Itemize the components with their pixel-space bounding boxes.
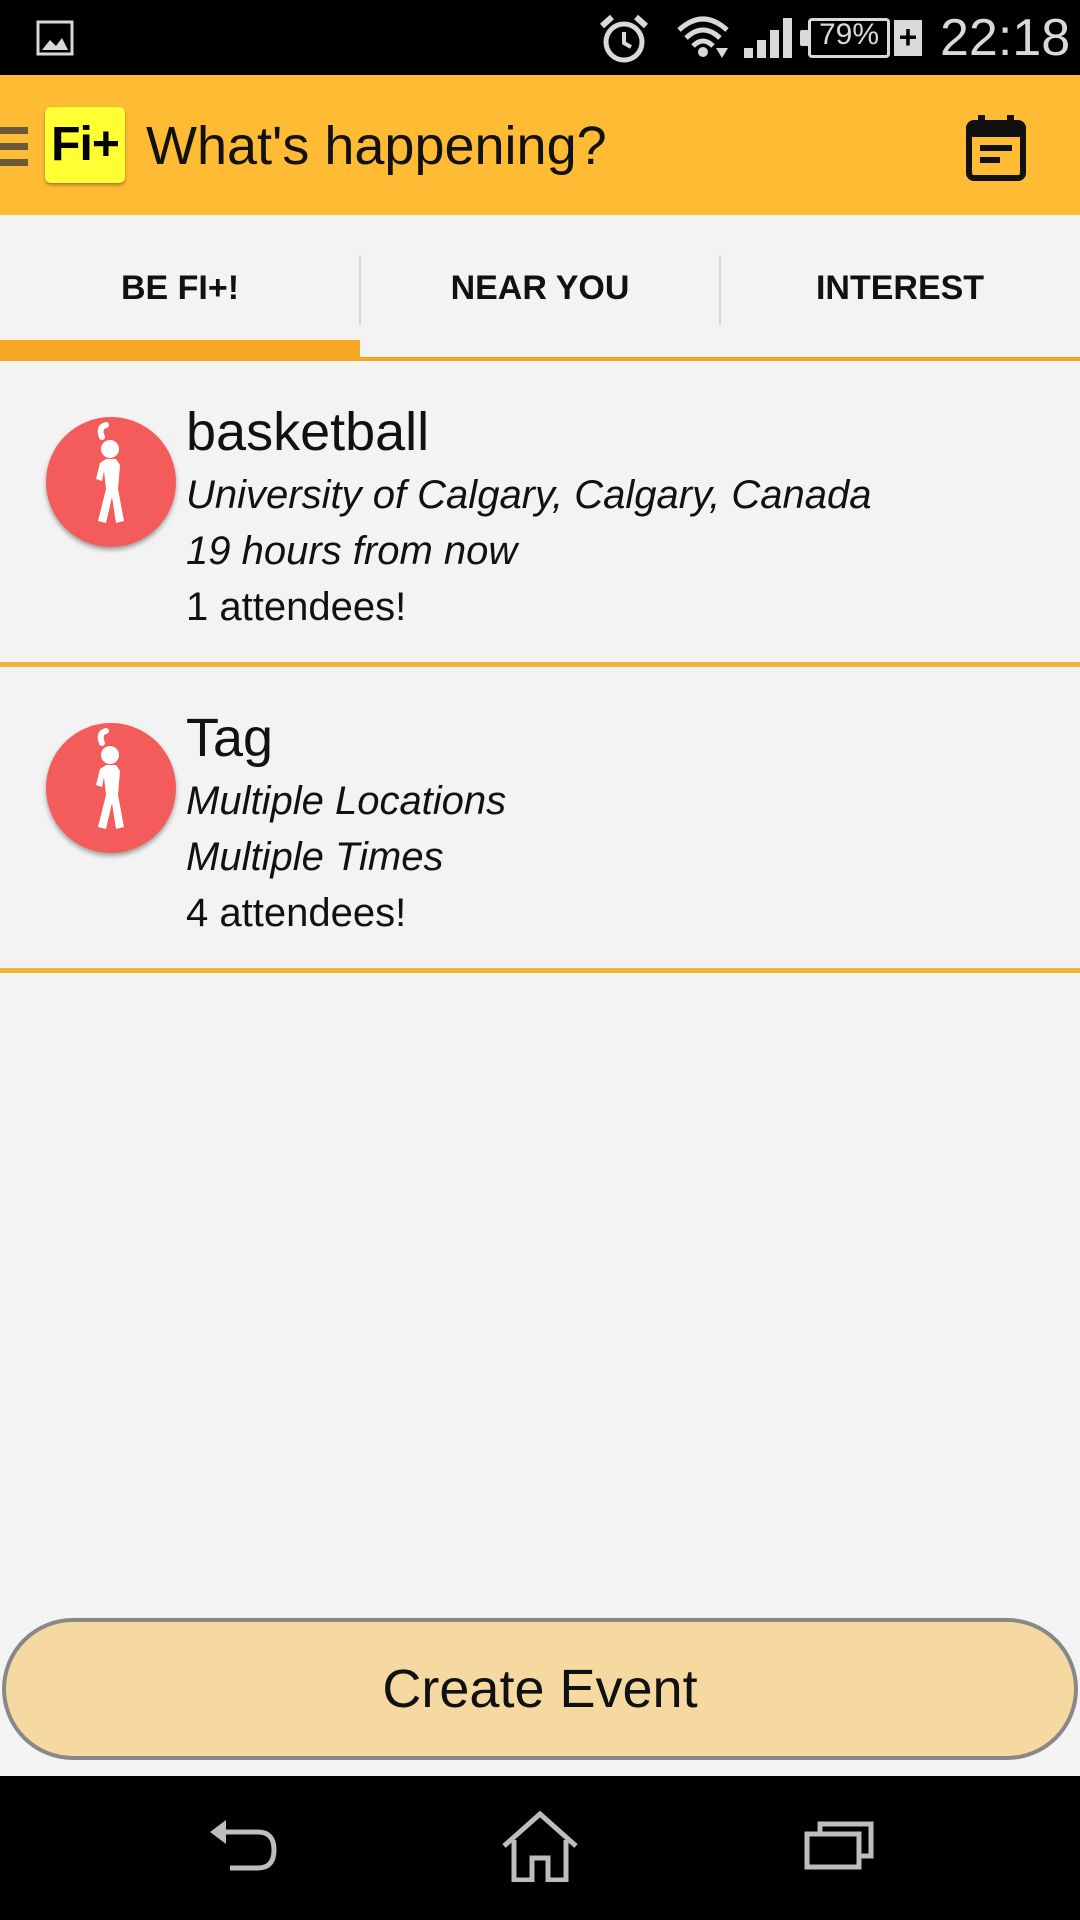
tab-bar: BE FI+! NEAR YOU INTEREST <box>0 215 1080 361</box>
battery-nub <box>800 30 808 46</box>
navigation-bar <box>0 1776 1080 1920</box>
stretch-person-icon <box>96 422 124 523</box>
back-icon[interactable] <box>206 1816 278 1876</box>
event-avatar <box>46 417 176 547</box>
status-clock: 22:18 <box>940 9 1071 67</box>
home-icon[interactable] <box>500 1810 580 1882</box>
event-time: 19 hours from now <box>186 529 518 573</box>
charging-icon: + <box>894 20 922 56</box>
wifi-icon <box>677 16 729 58</box>
event-location: University of Calgary, Calgary, Canada <box>186 473 872 517</box>
list-divider <box>0 968 1080 973</box>
app-screen: 79% + 22:18 Fi+ What's happening? BE FI+… <box>0 0 1080 1920</box>
battery-percent: 79% <box>818 18 880 51</box>
tab-label: BE FI+! <box>120 268 240 307</box>
gallery-icon <box>36 20 74 56</box>
alarm-icon <box>599 14 649 63</box>
create-event-button[interactable]: Create Event <box>2 1618 1078 1760</box>
event-list-item[interactable]: Tag Multiple Locations Multiple Times 4 … <box>0 667 1080 973</box>
app-bar: Fi+ What's happening? <box>0 75 1080 215</box>
event-time: Multiple Times <box>186 835 444 879</box>
tab-selected-indicator <box>0 340 360 361</box>
event-name: Tag <box>186 708 274 768</box>
tab-near-you[interactable]: NEAR YOU <box>360 215 720 361</box>
tab-label: INTEREST <box>815 268 985 307</box>
tab-label: NEAR YOU <box>450 268 630 307</box>
app-logo[interactable]: Fi+ <box>45 107 125 183</box>
recents-icon[interactable] <box>804 1820 874 1870</box>
signal-icon <box>744 18 792 58</box>
tab-interest[interactable]: INTEREST <box>720 215 1080 361</box>
event-attendees: 1 attendees! <box>186 585 407 629</box>
stretch-person-icon <box>96 728 124 829</box>
page-title: What's happening? <box>146 116 607 176</box>
event-attendees: 4 attendees! <box>186 891 407 935</box>
battery-indicator: 79% + <box>800 18 922 58</box>
event-location: Multiple Locations <box>186 779 507 823</box>
menu-icon[interactable] <box>0 127 28 167</box>
event-avatar <box>46 723 176 853</box>
event-name: basketball <box>186 402 430 462</box>
event-list-item[interactable]: basketball University of Calgary, Calgar… <box>0 361 1080 667</box>
calendar-icon[interactable] <box>966 115 1026 181</box>
status-bar: 79% + 22:18 <box>0 0 1080 75</box>
